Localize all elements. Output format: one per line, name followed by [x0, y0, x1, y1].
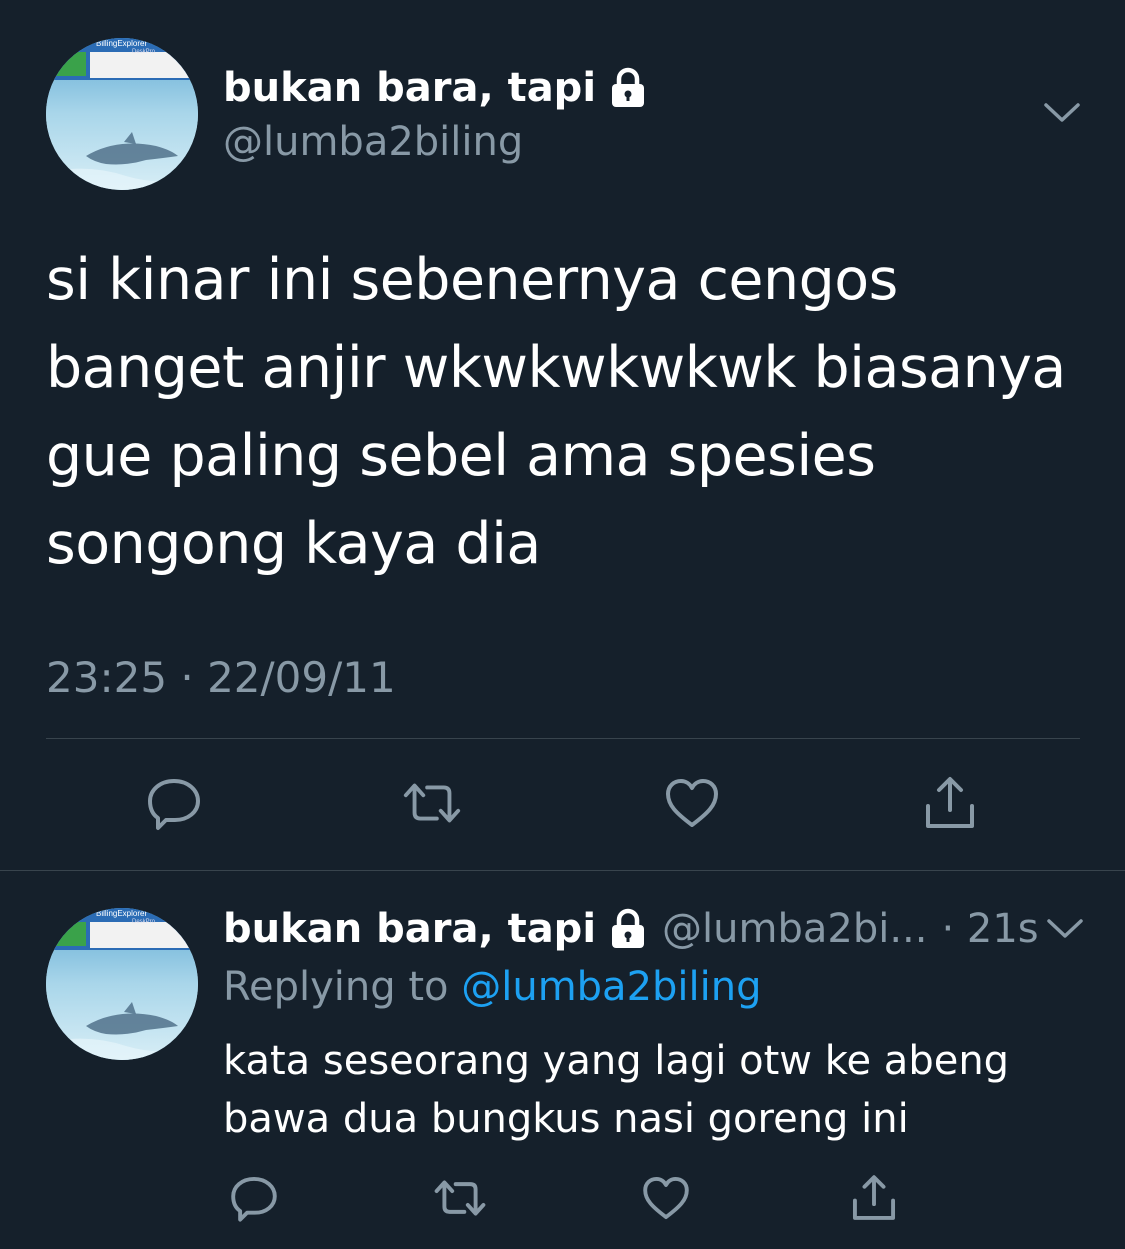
svg-text:BillingExplorer: BillingExplorer — [96, 909, 147, 918]
display-name[interactable]: bukan bara, tapi — [223, 902, 596, 956]
svg-text:BillingExplorer: BillingExplorer — [96, 39, 147, 48]
divider — [0, 870, 1125, 871]
lock-icon — [608, 67, 648, 109]
share-icon[interactable] — [842, 1166, 906, 1230]
avatar-image: BillingExplorer DeskPro — [46, 38, 198, 190]
display-name[interactable]: bukan bara, tapi — [223, 60, 648, 116]
relative-time[interactable]: · 21s — [941, 902, 1038, 956]
handle[interactable]: @lumba2bi... — [662, 902, 927, 956]
like-icon[interactable] — [634, 1166, 698, 1230]
timestamp[interactable]: 23:25 · 22/09/11 — [46, 650, 396, 706]
like-icon[interactable] — [660, 771, 724, 835]
retweet-icon[interactable] — [428, 1166, 492, 1230]
avatar[interactable]: BillingExplorer DeskPro — [46, 38, 198, 190]
share-icon[interactable] — [918, 771, 982, 835]
reply-icon[interactable] — [222, 1166, 286, 1230]
replying-to-mention[interactable]: @lumba2biling — [461, 964, 761, 1010]
svg-text:DeskPro: DeskPro — [132, 49, 156, 55]
reply-icon[interactable] — [142, 771, 206, 835]
avatar-image: BillingExplorer DeskPro — [46, 908, 198, 1060]
svg-text:DeskPro: DeskPro — [132, 919, 156, 925]
reply-header: bukan bara, tapi @lumba2bi... · 21s — [223, 902, 1039, 956]
lock-icon — [608, 908, 648, 950]
reply-avatar[interactable]: BillingExplorer DeskPro — [46, 908, 198, 1060]
replying-to-label: Replying to — [223, 964, 449, 1010]
retweet-icon[interactable] — [400, 771, 464, 835]
chevron-down-icon[interactable] — [1040, 904, 1090, 954]
tweet-text: si kinar ini sebenernya cengos banget an… — [46, 247, 1066, 577]
handle[interactable]: @lumba2biling — [223, 114, 523, 170]
chevron-down-icon[interactable] — [1037, 88, 1087, 138]
display-name-text: bukan bara, tapi — [223, 65, 597, 111]
divider — [46, 738, 1080, 739]
reply-text: kata seseorang yang lagi otw ke abeng ba… — [223, 1038, 1010, 1142]
replying-to: Replying to @lumba2biling — [223, 960, 762, 1014]
